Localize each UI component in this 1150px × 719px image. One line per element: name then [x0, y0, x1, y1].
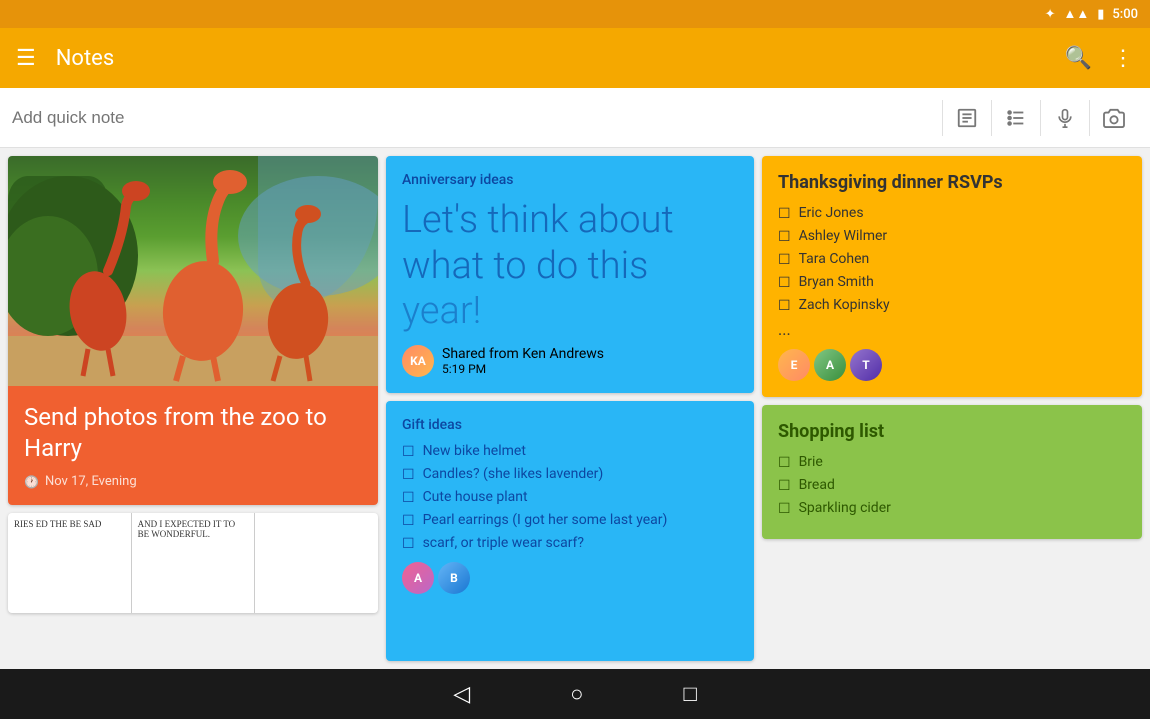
quick-note-bar — [0, 88, 1150, 148]
checkbox-icon: ☐ — [778, 275, 791, 291]
search-icon[interactable]: 🔍 — [1065, 46, 1092, 71]
checkbox-icon: ☐ — [402, 490, 415, 506]
checkbox-icon: ☐ — [778, 252, 791, 268]
quick-note-input[interactable] — [12, 108, 942, 128]
shared-name: Shared from Ken Andrews — [442, 346, 604, 362]
gift-note-card[interactable]: Gift ideas ☐ New bike helmet ☐ Candles? … — [386, 401, 754, 661]
list-item: ☐ Pearl earrings (I got her some last ye… — [402, 512, 738, 529]
checkbox-icon: ☐ — [778, 298, 791, 314]
checkbox-icon: ☐ — [778, 501, 791, 517]
list-item: ☐ Eric Jones — [778, 205, 1126, 222]
shopping-note-card[interactable]: Shopping list ☐ Brie ☐ Bread ☐ Sparkling… — [762, 405, 1142, 539]
status-bar: ✦ ▲▲ ▮ 5:00 — [0, 0, 1150, 28]
anniversary-content: Let's think about what to do this — [402, 198, 738, 289]
column-3: Thanksgiving dinner RSVPs ☐ Eric Jones ☐… — [762, 156, 1142, 661]
text-note-button[interactable] — [943, 94, 991, 142]
avatar-thanks-3: T — [850, 349, 882, 381]
checkbox-icon: ☐ — [402, 444, 415, 460]
avatar-thanks-2: A — [814, 349, 846, 381]
shopping-title: Shopping list — [778, 421, 1126, 442]
home-button[interactable]: ○ — [570, 681, 583, 707]
checkbox-icon: ☐ — [778, 478, 791, 494]
flamingo-note-meta: 🕐 Nov 17, Evening — [24, 474, 362, 489]
list-item: ☐ Zach Kopinsky — [778, 297, 1126, 314]
thanksgiving-checklist: ☐ Eric Jones ☐ Ashley Wilmer ☐ Tara Cohe… — [778, 205, 1126, 339]
comic-note-card[interactable]: RIES ED THE BE SAD AND I EXPECTED IT TO … — [8, 513, 378, 613]
comic-panel-3 — [255, 513, 378, 613]
menu-icon[interactable]: ☰ — [16, 46, 36, 71]
thanksgiving-note-card[interactable]: Thanksgiving dinner RSVPs ☐ Eric Jones ☐… — [762, 156, 1142, 397]
avatar-thanks-1: E — [778, 349, 810, 381]
status-time: 5:00 — [1112, 7, 1138, 22]
shared-time: 5:19 PM — [442, 362, 604, 376]
list-item: ☐ Tara Cohen — [778, 251, 1126, 268]
list-item: ☐ Bread — [778, 477, 1126, 494]
thanksgiving-shared-avatars: E A T — [778, 349, 1126, 381]
column-2: Anniversary ideas Let's think about what… — [386, 156, 754, 661]
comic-panel-1: RIES ED THE BE SAD — [8, 513, 132, 613]
photo-note-button[interactable] — [1090, 94, 1138, 142]
notes-grid: Send photos from the zoo to Harry 🕐 Nov … — [0, 148, 1150, 669]
more-items: ... — [778, 320, 1126, 339]
list-item: ☐ Sparkling cider — [778, 500, 1126, 517]
anniversary-content-cont: year! — [402, 289, 738, 333]
checkbox-icon: ☐ — [778, 206, 791, 222]
battery-icon: ▮ — [1097, 7, 1104, 22]
list-item: ☐ Cute house plant — [402, 489, 738, 506]
voice-note-button[interactable] — [1041, 94, 1089, 142]
flamingo-image — [8, 156, 378, 386]
shared-from: KA Shared from Ken Andrews 5:19 PM — [402, 345, 738, 377]
column-1: Send photos from the zoo to Harry 🕐 Nov … — [8, 156, 378, 661]
bluetooth-icon: ✦ — [1045, 7, 1056, 22]
shopping-checklist: ☐ Brie ☐ Bread ☐ Sparkling cider — [778, 454, 1126, 517]
recents-button[interactable]: □ — [683, 681, 696, 707]
shared-info: Shared from Ken Andrews 5:19 PM — [442, 346, 604, 376]
back-button[interactable]: ◁ — [453, 682, 470, 707]
checkbox-icon: ☐ — [778, 455, 791, 471]
clock-icon: 🕐 — [24, 475, 39, 489]
flamingo-note-title: Send photos from the zoo to Harry — [24, 402, 362, 464]
list-item: ☐ Brie — [778, 454, 1126, 471]
avatar-ken: KA — [402, 345, 434, 377]
gift-shared-avatars: A B — [402, 562, 738, 594]
thanksgiving-title: Thanksgiving dinner RSVPs — [778, 172, 1126, 193]
checkbox-icon: ☐ — [402, 467, 415, 483]
avatar-gift-1: A — [402, 562, 434, 594]
list-item: ☐ Candles? (she likes lavender) — [402, 466, 738, 483]
anniversary-label: Anniversary ideas — [402, 172, 738, 188]
flamingo-note-time: Nov 17, Evening — [45, 474, 137, 489]
list-note-button[interactable] — [992, 94, 1040, 142]
gift-label: Gift ideas — [402, 417, 738, 433]
bottom-nav: ◁ ○ □ — [0, 669, 1150, 719]
checkbox-icon: ☐ — [402, 536, 415, 552]
app-title: Notes — [56, 46, 1045, 71]
list-item: ☐ Bryan Smith — [778, 274, 1126, 291]
list-item: ☐ New bike helmet — [402, 443, 738, 460]
signal-icon: ▲▲ — [1064, 6, 1090, 22]
checkbox-icon: ☐ — [402, 513, 415, 529]
avatar-gift-2: B — [438, 562, 470, 594]
toolbar: ☰ Notes 🔍 ⋮ — [0, 28, 1150, 88]
checkbox-icon: ☐ — [778, 229, 791, 245]
list-item: ☐ Ashley Wilmer — [778, 228, 1126, 245]
comic-panel-2: AND I EXPECTED IT TO BE WONDERFUL. — [132, 513, 256, 613]
list-item: ☐ scarf, or triple wear scarf? — [402, 535, 738, 552]
gift-checklist: ☐ New bike helmet ☐ Candles? (she likes … — [402, 443, 738, 552]
anniversary-note-card[interactable]: Anniversary ideas Let's think about what… — [386, 156, 754, 393]
flamingo-note-text: Send photos from the zoo to Harry 🕐 Nov … — [8, 386, 378, 505]
more-options-icon[interactable]: ⋮ — [1112, 46, 1134, 71]
flamingo-note-card[interactable]: Send photos from the zoo to Harry 🕐 Nov … — [8, 156, 378, 505]
